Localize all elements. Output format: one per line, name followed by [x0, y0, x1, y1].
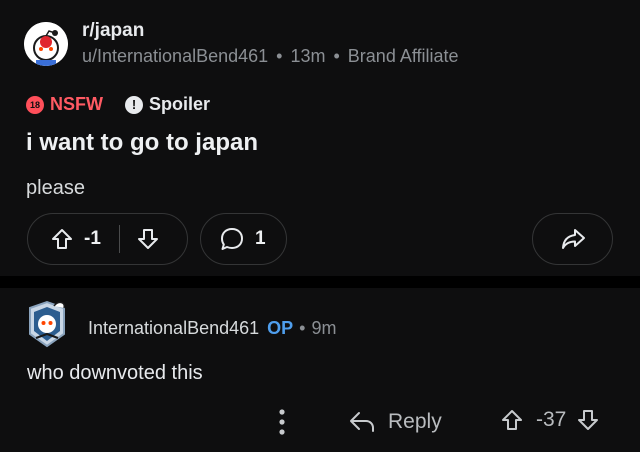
post-score: -1	[84, 228, 101, 249]
nsfw-icon: 18	[26, 95, 44, 114]
spoiler-icon: !	[125, 95, 143, 114]
comment-icon	[219, 226, 245, 252]
comment-body: who downvoted this	[27, 362, 203, 384]
op-badge: OP	[267, 318, 294, 338]
section-divider	[0, 276, 640, 288]
comment-score: -37	[536, 408, 567, 431]
post-title: i want to go to japan	[26, 129, 258, 156]
reply-label: Reply	[388, 410, 442, 433]
upvote-icon[interactable]	[500, 408, 524, 432]
author-flair: Brand Affiliate	[347, 46, 459, 66]
post-body: please	[26, 177, 85, 199]
post-tags: 18 NSFW ! Spoiler	[26, 94, 210, 115]
comment-age: 9m	[311, 318, 337, 338]
separator-dot: •	[299, 318, 306, 338]
subreddit-name[interactable]: r/japan	[82, 20, 144, 42]
upvote-icon[interactable]	[50, 227, 74, 251]
post-age: 13m	[290, 46, 326, 66]
comment-author[interactable]: InternationalBend461	[88, 318, 259, 339]
comment-vote-bar: -37	[500, 408, 600, 432]
more-vertical-icon[interactable]	[272, 407, 292, 437]
vote-bar: -1	[27, 213, 188, 265]
separator-dot: •	[276, 46, 283, 66]
reply-icon	[348, 409, 376, 435]
comments-button[interactable]: 1	[200, 213, 287, 265]
post-author[interactable]: u/InternationalBend461	[82, 46, 268, 67]
share-button[interactable]	[532, 213, 613, 265]
post-meta: u/InternationalBend461 • 13m • Brand Aff…	[82, 46, 459, 67]
downvote-icon[interactable]	[576, 408, 600, 432]
subreddit-avatar-icon[interactable]	[24, 22, 68, 66]
share-icon	[560, 227, 586, 251]
commenter-avatar-icon[interactable]	[24, 298, 70, 350]
comment-meta: InternationalBend461 OP • 9m	[88, 318, 336, 339]
vote-divider	[118, 225, 120, 253]
reply-button[interactable]: Reply	[348, 409, 442, 435]
comment-count: 1	[255, 228, 266, 249]
separator-dot: •	[333, 46, 340, 66]
spoiler-tag: Spoiler	[149, 94, 211, 114]
nsfw-tag: NSFW	[50, 94, 103, 114]
downvote-icon[interactable]	[136, 227, 160, 251]
